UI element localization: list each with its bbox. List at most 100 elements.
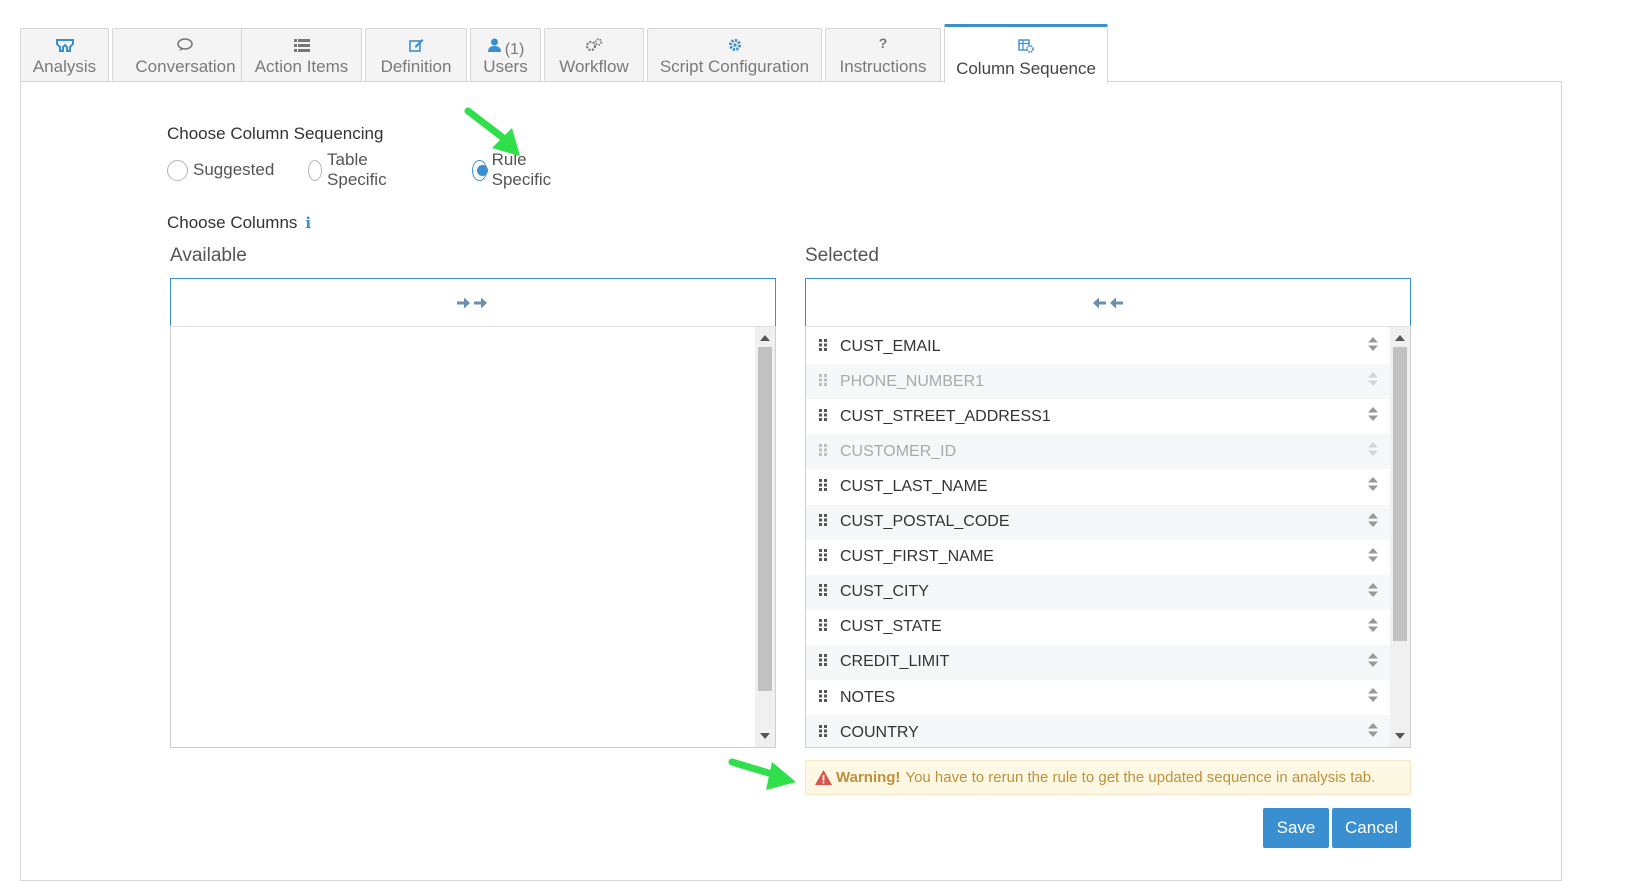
- cancel-button[interactable]: Cancel: [1332, 808, 1411, 848]
- annotation-arrow-icon: [464, 107, 520, 156]
- selected-list[interactable]: CUST_EMAIL PHONE_NUMBER1 CUST_STREET_ADDRE…: [805, 326, 1411, 748]
- add-all-button[interactable]: [170, 278, 776, 327]
- gear-icon: [648, 37, 821, 55]
- column-name: CUST_FIRST_NAME: [840, 548, 994, 566]
- tab-label: Action Items: [254, 57, 349, 76]
- sort-icon[interactable]: [1356, 722, 1390, 743]
- scroll-thumb[interactable]: [758, 347, 772, 691]
- available-list[interactable]: [170, 326, 776, 748]
- drag-handle-icon[interactable]: [806, 443, 840, 461]
- column-name: CUST_STREET_ADDRESS1: [840, 407, 1051, 425]
- list-item[interactable]: CREDIT_LIMIT: [806, 644, 1390, 680]
- radio-table-specific[interactable]: Table Specific: [308, 150, 394, 189]
- drag-handle-icon[interactable]: [806, 338, 840, 356]
- radio-suggested[interactable]: Suggested: [167, 158, 274, 182]
- drag-handle-icon[interactable]: [806, 689, 840, 707]
- drag-handle-icon[interactable]: [806, 618, 840, 636]
- info-icon[interactable]: i: [305, 214, 311, 232]
- warning-alert: Warning! You have to rerun the rule to g…: [805, 760, 1411, 795]
- drag-handle-icon[interactable]: [806, 548, 840, 566]
- drag-handle-icon[interactable]: [806, 478, 840, 496]
- sort-icon[interactable]: [1356, 476, 1390, 497]
- save-button[interactable]: Save: [1263, 808, 1329, 848]
- radio-button[interactable]: [167, 159, 188, 181]
- choose-columns-label: Choose Columns: [167, 213, 298, 232]
- tab-column-sequence[interactable]: Column Sequence: [944, 24, 1108, 83]
- radio-button[interactable]: [308, 159, 323, 181]
- available-scrollbar[interactable]: [755, 327, 775, 747]
- selected-scrollbar[interactable]: [1390, 327, 1410, 747]
- sort-icon[interactable]: [1356, 617, 1390, 638]
- tab-definition[interactable]: Definition: [365, 28, 467, 82]
- radio-label: Table Specific: [327, 150, 387, 189]
- drag-handle-icon[interactable]: [806, 408, 840, 426]
- tab-workflow[interactable]: Workflow: [544, 28, 644, 82]
- selected-title: Selected: [805, 245, 879, 266]
- sort-icon[interactable]: [1356, 406, 1390, 427]
- sort-icon[interactable]: [1356, 512, 1390, 533]
- column-name: CUST_EMAIL: [840, 337, 941, 355]
- sort-icon[interactable]: [1356, 687, 1390, 708]
- list-item[interactable]: CUST_CITY: [806, 574, 1390, 610]
- tab-label: Analysis: [32, 57, 97, 76]
- scroll-down-icon[interactable]: [760, 733, 770, 739]
- sequencing-label: Choose Column Sequencing: [167, 124, 384, 143]
- sort-icon[interactable]: [1356, 336, 1390, 357]
- list-item[interactable]: COUNTRY: [806, 715, 1390, 747]
- tab-action-items[interactable]: Action Items: [241, 28, 362, 82]
- cogs-icon: [545, 37, 643, 55]
- column-name: CREDIT_LIMIT: [840, 653, 950, 671]
- list-item[interactable]: NOTES: [806, 680, 1390, 715]
- tab-instructions[interactable]: ? Instructions: [825, 28, 941, 82]
- table-settings-icon: [945, 38, 1107, 56]
- drag-handle-icon[interactable]: [806, 653, 840, 671]
- tab-label: Script Configuration: [659, 57, 810, 76]
- double-arrow-left-icon: [1093, 297, 1123, 308]
- scroll-thumb[interactable]: [1393, 347, 1407, 641]
- double-arrow-right-icon: [457, 297, 487, 308]
- tab-script-configuration[interactable]: Script Configuration: [647, 28, 822, 82]
- warning-message: You have to rerun the rule to get the up…: [905, 769, 1376, 786]
- list-item[interactable]: PHONE_NUMBER1: [806, 364, 1390, 400]
- warning-title: Warning!: [836, 769, 901, 786]
- drag-handle-icon[interactable]: [806, 373, 840, 391]
- comments-icon: [113, 37, 258, 55]
- tab-label: Workflow: [559, 57, 629, 76]
- sort-icon[interactable]: [1356, 371, 1390, 392]
- sort-icon[interactable]: [1356, 547, 1390, 568]
- annotation-arrow-icon: [728, 758, 796, 790]
- scroll-up-icon[interactable]: [1395, 335, 1405, 341]
- sort-icon[interactable]: [1356, 582, 1390, 603]
- question-icon: ?: [878, 35, 888, 51]
- list-item[interactable]: CUST_POSTAL_CODE: [806, 504, 1390, 540]
- sort-icon[interactable]: [1356, 441, 1390, 462]
- radio-label: Suggested: [193, 160, 275, 179]
- radio-button-checked[interactable]: [472, 159, 488, 181]
- radio-rule-specific[interactable]: Rule Specific: [472, 150, 558, 189]
- list-item[interactable]: CUST_STREET_ADDRESS1: [806, 399, 1390, 434]
- list-item[interactable]: CUST_FIRST_NAME: [806, 540, 1390, 575]
- sort-icon[interactable]: [1356, 652, 1390, 673]
- scroll-down-icon[interactable]: [1395, 733, 1405, 739]
- list-item[interactable]: CUST_STATE: [806, 610, 1390, 645]
- column-name: COUNTRY: [840, 723, 919, 741]
- remove-all-button[interactable]: [805, 278, 1411, 327]
- tab-label: Definition: [380, 57, 452, 76]
- list-item[interactable]: CUSTOMER_ID: [806, 434, 1390, 470]
- binoculars-icon: [21, 37, 108, 55]
- edit-icon: [366, 37, 466, 55]
- tab-users[interactable]: (1) Users: [470, 28, 541, 82]
- column-name: CUST_POSTAL_CODE: [840, 513, 1010, 530]
- drag-handle-icon[interactable]: [806, 583, 840, 601]
- list-item[interactable]: CUST_LAST_NAME: [806, 469, 1390, 504]
- drag-handle-icon[interactable]: [806, 513, 840, 531]
- tab-analysis[interactable]: Analysis: [20, 28, 109, 82]
- column-name: PHONE_NUMBER1: [840, 372, 985, 390]
- column-name: NOTES: [840, 688, 896, 706]
- tab-conversation[interactable]: Conversation: [112, 28, 259, 82]
- scroll-up-icon[interactable]: [760, 335, 770, 341]
- drag-handle-icon[interactable]: [806, 724, 840, 742]
- tab-label: Users: [483, 57, 528, 76]
- available-title: Available: [170, 245, 247, 266]
- list-item[interactable]: CUST_EMAIL: [806, 329, 1390, 364]
